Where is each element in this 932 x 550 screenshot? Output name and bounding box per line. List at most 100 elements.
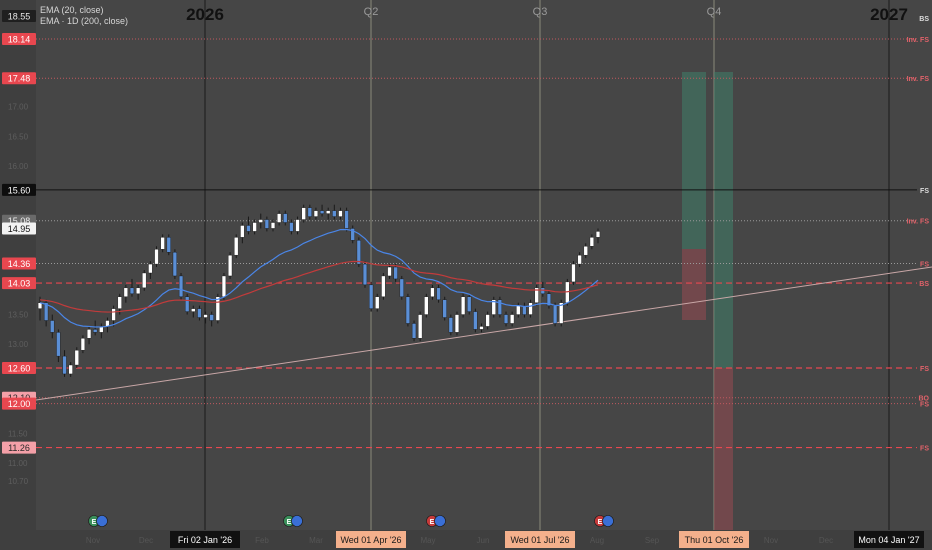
candle-body bbox=[393, 266, 398, 280]
price-label-2: 17.48 bbox=[8, 74, 31, 84]
candle-body bbox=[418, 314, 423, 339]
candle-body bbox=[454, 314, 460, 333]
candle-body bbox=[528, 302, 533, 315]
candle-body bbox=[270, 222, 276, 229]
candle-body bbox=[424, 296, 429, 315]
candle-body bbox=[234, 237, 239, 256]
earnings-letter: E bbox=[287, 519, 292, 526]
candle-body bbox=[552, 305, 558, 324]
candle bbox=[467, 293, 472, 315]
candle-body bbox=[154, 249, 159, 265]
axis-faint-tick: 13.50 bbox=[8, 311, 29, 320]
candle-body bbox=[503, 314, 509, 324]
candle-body bbox=[203, 314, 208, 318]
candle bbox=[74, 347, 79, 368]
level-tag-0: Inv. FS bbox=[907, 37, 930, 44]
candle-body bbox=[68, 364, 73, 375]
candle bbox=[154, 246, 159, 268]
candle-body bbox=[301, 207, 306, 220]
candle-body bbox=[117, 296, 122, 309]
candle-body bbox=[129, 287, 135, 294]
candle-body bbox=[191, 308, 196, 312]
candle-body bbox=[485, 314, 490, 327]
earnings-marker-1: E bbox=[283, 515, 303, 527]
price-label-3: 15.60 bbox=[8, 185, 31, 195]
candle-body bbox=[399, 278, 404, 297]
price-label-0: 18.55 bbox=[8, 12, 31, 22]
header-label-0: 2026 bbox=[186, 5, 224, 24]
faint-month-tick: Dec bbox=[819, 536, 833, 545]
candle bbox=[460, 293, 466, 318]
candle bbox=[172, 249, 178, 279]
price-label-11: 11.26 bbox=[8, 443, 30, 453]
candle-body bbox=[571, 263, 576, 283]
level-tag-6: FS bbox=[920, 366, 929, 373]
level-tag-9: FS bbox=[920, 446, 929, 453]
candle-body bbox=[136, 287, 141, 294]
candle bbox=[559, 299, 564, 327]
candle bbox=[491, 296, 496, 318]
candle-body bbox=[460, 296, 466, 315]
candle-body bbox=[221, 275, 227, 297]
candle bbox=[344, 207, 349, 232]
stop-zone-red-1 bbox=[682, 249, 706, 320]
candle bbox=[356, 237, 361, 268]
candle-body bbox=[583, 246, 588, 256]
candle-body bbox=[516, 305, 521, 315]
candle-body bbox=[172, 251, 178, 277]
candle bbox=[473, 308, 478, 333]
date-label-1: Wed 01 Apr '26 bbox=[340, 535, 401, 545]
axis-faint-tick: 16.50 bbox=[8, 132, 29, 141]
level-tag-8: FS bbox=[920, 402, 929, 409]
candle-body bbox=[148, 263, 153, 274]
candle bbox=[442, 296, 447, 321]
candle bbox=[234, 234, 239, 259]
chart-background bbox=[0, 0, 932, 550]
earnings-dot-2 bbox=[602, 515, 614, 527]
earnings-marker-0: E bbox=[88, 515, 108, 527]
candle-body bbox=[62, 355, 67, 375]
earnings-letter: E bbox=[430, 519, 435, 526]
candle-body bbox=[258, 219, 263, 223]
faint-month-tick: Jun bbox=[477, 536, 490, 545]
earnings-letter: E bbox=[598, 519, 603, 526]
candle bbox=[418, 311, 423, 342]
candle bbox=[369, 281, 374, 312]
candle bbox=[381, 272, 386, 300]
target-zone-green-1 bbox=[682, 72, 706, 249]
price-label-6: 14.36 bbox=[8, 259, 31, 269]
candle-body bbox=[197, 308, 202, 318]
price-label-1: 18.14 bbox=[8, 35, 31, 45]
price-label-8: 12.60 bbox=[8, 364, 31, 374]
candle bbox=[362, 261, 368, 288]
candle-body bbox=[252, 222, 257, 232]
candle bbox=[227, 252, 233, 279]
candle-body bbox=[111, 308, 116, 321]
candle-body bbox=[375, 296, 380, 309]
candle-body bbox=[178, 275, 184, 297]
axis-faint-tick: 10.70 bbox=[8, 477, 29, 486]
target-zone-green-2 bbox=[714, 72, 733, 368]
candle-body bbox=[369, 284, 374, 309]
earnings-dot-2 bbox=[96, 515, 108, 527]
candle-body bbox=[215, 296, 220, 321]
candle-body bbox=[74, 349, 79, 366]
header-label-2: Q3 bbox=[533, 6, 548, 18]
date-label-0: Fri 02 Jan '26 bbox=[178, 535, 232, 545]
candle bbox=[166, 234, 171, 256]
candle-body bbox=[277, 213, 282, 223]
faint-month-tick: Feb bbox=[255, 536, 269, 545]
header-label-4: 2027 bbox=[870, 5, 908, 24]
candle-body bbox=[510, 314, 515, 324]
candle-body bbox=[93, 329, 98, 333]
candle bbox=[448, 314, 453, 336]
candle bbox=[178, 272, 184, 300]
faint-month-tick: Nov bbox=[764, 536, 778, 545]
faint-month-tick: Aug bbox=[590, 536, 604, 545]
price-chart[interactable]: 17.00 16.50 16.00 13.50 13.00 11.50 11.00 10.70… bbox=[0, 0, 932, 550]
header-label-1: Q2 bbox=[364, 6, 379, 18]
earnings-dot-2 bbox=[434, 515, 446, 527]
faint-month-tick: Sep bbox=[645, 536, 660, 545]
legend-ema20: EMA (20, close) bbox=[40, 5, 104, 15]
candle-body bbox=[86, 329, 92, 339]
